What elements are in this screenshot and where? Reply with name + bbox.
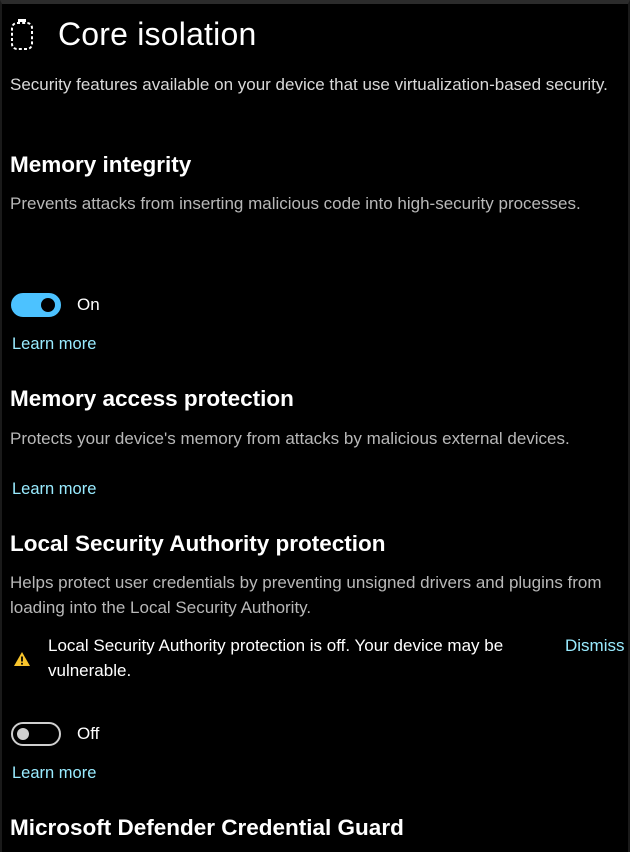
core-isolation-page: Core isolation Security features availab… [0, 0, 630, 852]
device-chip-icon [11, 19, 33, 50]
lsa-toggle-label: Off [77, 724, 100, 743]
memory-integrity-toggle-label: On [77, 295, 100, 314]
memory-access-description: Protects your device's memory from attac… [10, 429, 570, 448]
memory-integrity-description: Prevents attacks from inserting maliciou… [10, 194, 581, 213]
lsa-toggle[interactable] [11, 722, 61, 746]
page-title: Core isolation [58, 15, 257, 52]
dismiss-link[interactable]: Dismiss [565, 636, 625, 656]
memory-integrity-learn-more-link[interactable]: Learn more [12, 335, 96, 354]
credential-guard-title: Microsoft Defender Credential Guard [10, 815, 404, 840]
page-header: Core isolation [10, 12, 256, 56]
page-description: Security features available on your devi… [10, 75, 608, 94]
warning-triangle-icon [14, 652, 30, 666]
memory-integrity-title: Memory integrity [10, 152, 192, 177]
memory-access-learn-more-link[interactable]: Learn more [12, 480, 96, 499]
lsa-learn-more-link[interactable]: Learn more [12, 764, 96, 783]
toggle-knob [41, 298, 55, 312]
lsa-toggle-row: Off [11, 722, 99, 746]
memory-access-title: Memory access protection [10, 386, 294, 411]
memory-integrity-toggle[interactable] [11, 293, 61, 317]
memory-integrity-toggle-row: On [11, 293, 100, 317]
toggle-knob [17, 728, 29, 740]
lsa-description: Helps protect user credentials by preven… [10, 573, 602, 617]
lsa-warning-message: Local Security Authority protection is o… [48, 636, 504, 680]
lsa-title: Local Security Authority protection [10, 531, 386, 556]
